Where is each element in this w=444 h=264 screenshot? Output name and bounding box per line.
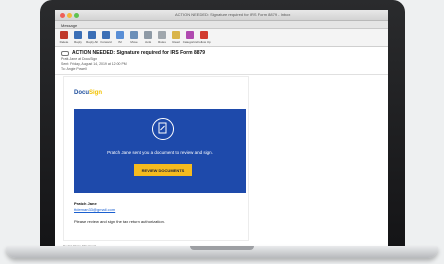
forward-button[interactable]: Forward <box>100 31 112 44</box>
email-body-text: Please review and sign the tax return au… <box>74 219 165 224</box>
trash-icon <box>60 31 68 39</box>
junk-button[interactable]: Junk <box>143 31 153 44</box>
minimize-window-button[interactable] <box>67 13 72 18</box>
close-window-button[interactable] <box>60 13 65 18</box>
ribbon-label: IM <box>118 40 122 44</box>
document-icon <box>152 118 174 140</box>
ribbon-label: Rules <box>158 40 166 44</box>
reply-all-button[interactable]: Reply All <box>86 31 98 44</box>
banner-message: Pratch Jane sent you a document to revie… <box>107 150 213 155</box>
ribbon-label: Reply All <box>86 40 98 44</box>
email-body: DocuSign Pratch Jane sent you a document… <box>63 76 249 241</box>
zoom-window-button[interactable] <box>74 13 79 18</box>
docusign-logo: DocuSign <box>74 90 102 96</box>
read-button[interactable]: Read <box>171 31 181 44</box>
junk-icon <box>144 31 152 39</box>
ribbon-label: Move <box>130 40 138 44</box>
review-documents-button[interactable]: REVIEW DOCUMENTS <box>134 164 192 176</box>
follow-up-button[interactable]: Follow Up <box>197 31 211 44</box>
reply-button[interactable]: Reply <box>73 31 83 44</box>
rules-icon <box>158 31 166 39</box>
document-banner: Pratch Jane sent you a document to revie… <box>74 109 246 193</box>
window-titlebar: ACTION NEEDED: Signature required for IR… <box>55 10 388 21</box>
chat-icon <box>116 31 124 39</box>
message-subject: ACTION NEEDED: Signature required for IR… <box>72 50 206 56</box>
message-header: ACTION NEEDED: Signature required for IR… <box>55 47 388 75</box>
laptop-notch <box>190 246 254 250</box>
envelope-icon <box>172 31 180 39</box>
reply-icon <box>74 31 82 39</box>
sender-email-link[interactable]: ttdeman33@gmail.com <box>74 207 115 212</box>
forward-icon <box>102 31 110 39</box>
recipient-line: To: Angie Powell <box>61 67 87 71</box>
delete-button[interactable]: Delete <box>59 31 69 44</box>
ribbon-label: Delete <box>59 40 69 44</box>
move-icon <box>130 31 138 39</box>
window-title: ACTION NEEDED: Signature required for IR… <box>175 12 291 17</box>
read-status-icon <box>61 50 69 56</box>
flag-icon <box>200 31 208 39</box>
ribbon-label: Reply <box>74 40 82 44</box>
categorize-button[interactable]: Categorize <box>182 31 198 44</box>
ribbon-label: Follow Up <box>197 40 211 44</box>
ribbon-toolbar: Delete Reply Reply All Forward IM Move Junk Rul… <box>55 29 388 47</box>
im-button[interactable]: IM <box>115 31 125 44</box>
tab-message[interactable]: Message <box>55 21 388 29</box>
move-button[interactable]: Move <box>129 31 139 44</box>
ribbon-label: Categorize <box>182 40 198 44</box>
categorize-icon <box>186 31 194 39</box>
logo-accent: Sign <box>89 90 102 96</box>
laptop-screen: ACTION NEEDED: Signature required for IR… <box>55 10 388 250</box>
logo-text: Docu <box>74 90 89 96</box>
rules-button[interactable]: Rules <box>157 31 167 44</box>
ribbon-label: Read <box>172 40 180 44</box>
ribbon-label: Junk <box>144 40 152 44</box>
reply-all-icon <box>88 31 96 39</box>
sender-name: Pratch Jane <box>74 201 97 206</box>
ribbon-label: Forward <box>100 40 112 44</box>
